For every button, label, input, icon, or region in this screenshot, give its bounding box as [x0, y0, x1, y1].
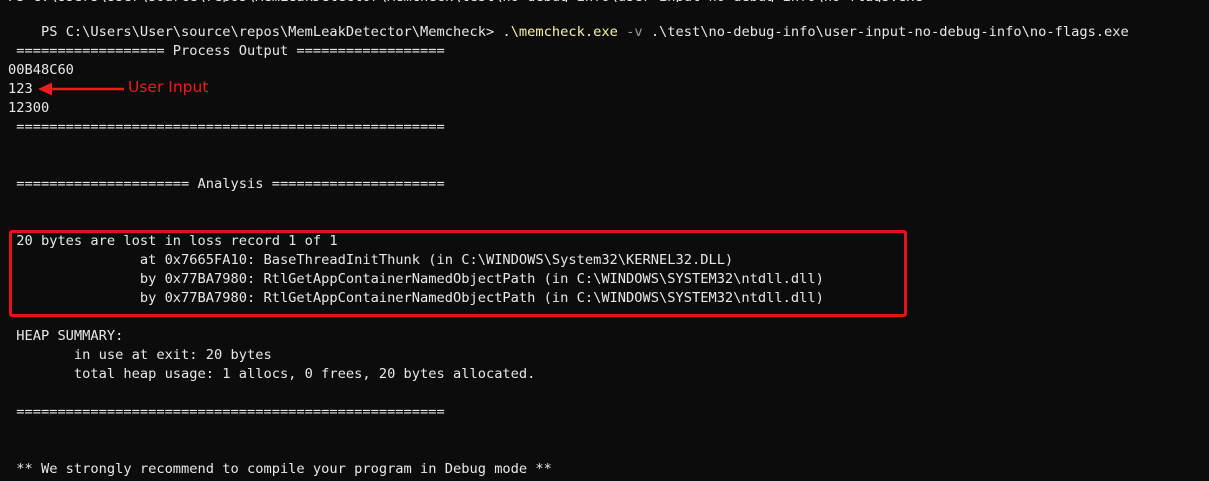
debug-mode-recommendation: ** We strongly recommend to compile your… — [8, 461, 552, 477]
prompt-path: PS C:\Users\User\source\repos\MemLeakDet… — [40, 24, 495, 40]
process-output-footer: ========================================… — [8, 119, 445, 135]
previous-line-fragment: PS C:\Users\User\source\repos\MemLeakDet… — [8, 0, 923, 2]
command-prompt-line: PS C:\Users\User\source\repos\MemLeakDet… — [8, 4, 1129, 40]
loss-record-highlight-box — [9, 230, 907, 317]
annotation-arrow-icon — [38, 82, 124, 96]
process-output-line: 12300 — [8, 100, 50, 116]
command-executable: .\memcheck.exe — [502, 24, 618, 40]
heap-summary-title: HEAP SUMMARY: — [8, 328, 124, 344]
scrolled-previous-output: PS C:\Users\User\source\repos\MemLeakDet… — [0, 0, 1209, 2]
process-output-line: 00B48C60 — [8, 62, 74, 78]
heap-summary-footer: ========================================… — [8, 404, 445, 420]
heap-summary-in-use: in use at exit: 20 bytes — [8, 347, 272, 363]
command-argument: .\test\no-debug-info\user-input-no-debug… — [650, 24, 1129, 40]
annotation-user-input-label: User Input — [128, 78, 209, 96]
process-output-header: ================== Process Output ======… — [8, 43, 445, 59]
heap-summary-total: total heap usage: 1 allocs, 0 frees, 20 … — [8, 366, 536, 382]
command-flag: -v — [626, 24, 643, 40]
analysis-header: ===================== Analysis =========… — [8, 176, 445, 192]
process-output-line-user-input: 123 — [8, 81, 33, 97]
terminal-window[interactable]: PS C:\Users\User\source\repos\MemLeakDet… — [0, 0, 1209, 481]
